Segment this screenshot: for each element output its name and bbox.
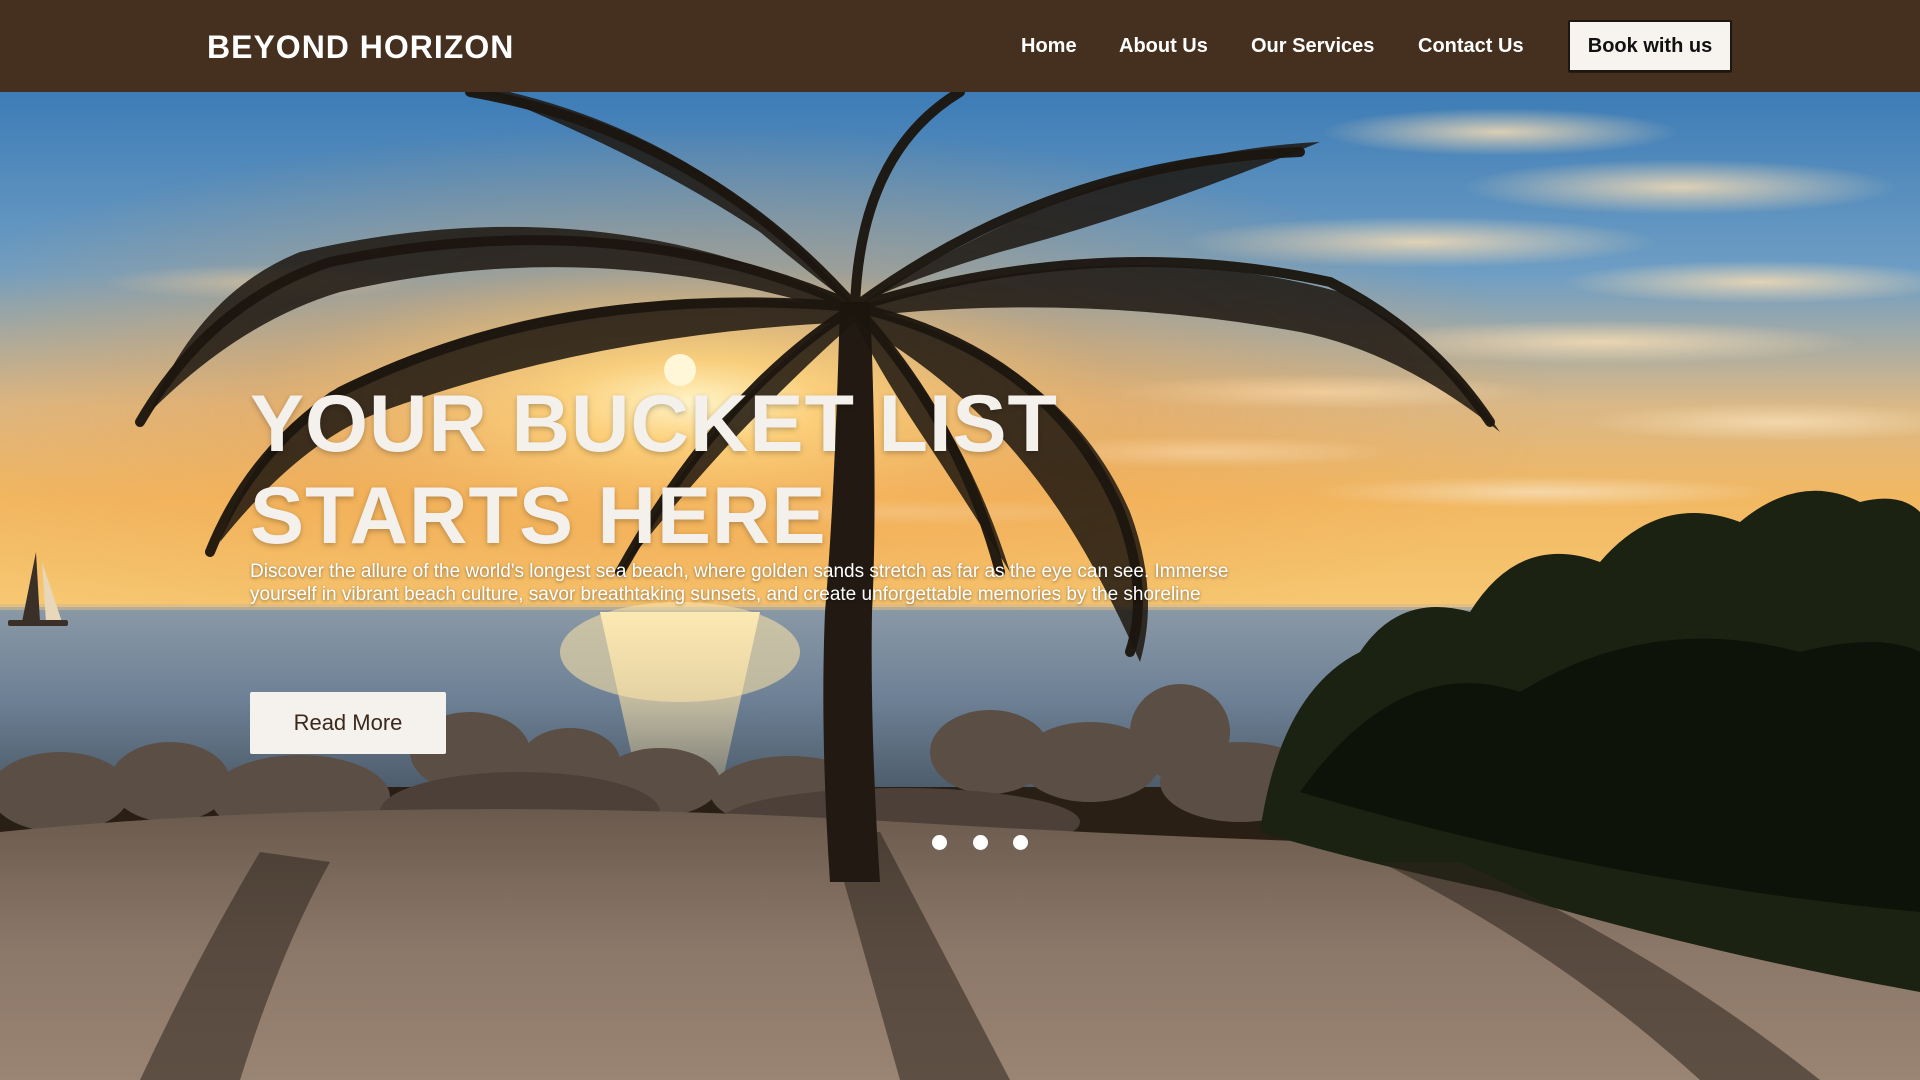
slider-dots: [932, 835, 1032, 851]
brand-logo-text[interactable]: BEYOND HORIZON: [207, 29, 514, 65]
slider-dot-1[interactable]: [932, 835, 947, 850]
book-with-us-button[interactable]: Book with us: [1568, 20, 1732, 72]
nav-link-home[interactable]: Home: [1021, 33, 1077, 59]
hero-title-line-1: YOUR BUCKET LIST: [250, 379, 1059, 469]
slider-dot-3[interactable]: [1013, 835, 1028, 850]
nav-link-contact[interactable]: Contact Us: [1418, 33, 1524, 59]
nav-link-about[interactable]: About Us: [1119, 33, 1208, 59]
hero-title: YOUR BUCKET LIST STARTS HERE: [250, 378, 1150, 562]
nav-link-services[interactable]: Our Services: [1251, 33, 1374, 59]
hero-description: Discover the allure of the world's longe…: [250, 561, 1229, 605]
top-navbar: BEYOND HORIZON Home About Us Our Service…: [0, 0, 1920, 92]
slider-dot-2[interactable]: [973, 835, 988, 850]
hero-section: YOUR BUCKET LIST STARTS HERE Discover th…: [0, 92, 1920, 1080]
read-more-button[interactable]: Read More: [250, 692, 446, 754]
hero-title-line-2: STARTS HERE: [250, 471, 827, 561]
